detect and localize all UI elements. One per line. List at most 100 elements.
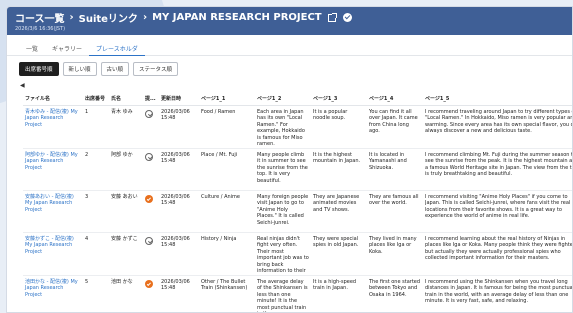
- table-header-row: ファイル名 出席番号 氏名 提... 更新日時 ページ1_1 ページ1_2 ペー…: [23, 92, 572, 106]
- page1-3-cell: It is a high-speed train in Japan.: [311, 275, 367, 312]
- submissions-table-container: ファイル名 出席番号 氏名 提... 更新日時 ページ1_1 ページ1_2 ペー…: [23, 92, 573, 312]
- page1-2-cell: Each area in Japan has its own "Local Ra…: [255, 105, 311, 149]
- column-header-name[interactable]: 氏名: [109, 92, 143, 106]
- file-link[interactable]: 青木ゆみ - 配信(複) My Japan Research Project: [23, 105, 83, 149]
- page1-2-text: Many foreign people visit Japan to go to…: [257, 194, 309, 226]
- page1-2-text: Many people climb it in summer to see th…: [257, 152, 308, 184]
- page1-4-text: They lived in many places like Iga or Ko…: [369, 236, 417, 255]
- page1-3-text: It is the highest mountain in Japan.: [313, 152, 361, 165]
- page1-4-cell: They are famous all over the world.: [367, 190, 423, 233]
- breadcrumb-separator: ›: [69, 12, 74, 23]
- page1-4-cell: They lived in many places like Iga or Ko…: [367, 232, 423, 276]
- breadcrumb-separator: ›: [142, 12, 148, 23]
- sort-by-status-button[interactable]: ステータス順: [133, 62, 179, 76]
- page1-3-text: They are Japanese animated movies and TV…: [313, 194, 360, 213]
- page1-1-cell: Culture / Anime: [199, 190, 255, 233]
- sort-filters: 出席番号順 新しい順 古い順 ステータス順: [7, 62, 572, 76]
- page-title: MY JAPAN RESEARCH PROJECT: [152, 12, 322, 23]
- page1-4-cell: The first one started between Tokyo and …: [367, 275, 423, 312]
- column-header-updated[interactable]: 更新日時: [159, 92, 199, 106]
- page1-5-text: I recommend traveling around Japan to tr…: [425, 109, 573, 135]
- student-name: 安藤 あおい: [109, 190, 143, 233]
- app-window: コース一覧 › Suiteリンク › MY JAPAN RESEARCH PRO…: [6, 6, 573, 313]
- page1-2-cell: The average delay of the Shinkansen is l…: [255, 275, 311, 312]
- page1-5-cell: I recommend learning about the real hist…: [423, 232, 573, 276]
- table-row[interactable]: 阿部ゆか - 配信(複) My Japan Research Project 2…: [23, 148, 572, 191]
- check-circle-icon: [342, 13, 352, 22]
- file-link[interactable]: 阿部ゆか - 配信(複) My Japan Research Project: [23, 148, 83, 191]
- table-row[interactable]: 池田かな - 配信(複) My Japan Research Project 5…: [23, 275, 573, 312]
- column-header-file[interactable]: ファイル名: [23, 92, 83, 106]
- page1-2-cell: Real ninjas didn't fight very often. The…: [255, 232, 311, 276]
- updated-at: 2026/03/06 15:48: [159, 148, 199, 191]
- column-header-status[interactable]: 提...: [143, 92, 159, 106]
- page1-3-text: They were special spies in old Japan.: [313, 236, 359, 249]
- breadcrumb: コース一覧 › Suiteリンク › MY JAPAN RESEARCH PRO…: [15, 10, 564, 25]
- file-link[interactable]: 安藤あおい - 配信(複) My Japan Research Project: [23, 190, 83, 233]
- warning-circle-icon: [145, 280, 153, 288]
- page1-3-text: It is a high-speed train in Japan.: [313, 279, 357, 292]
- page1-2-text: The average delay of the Shinkansen is l…: [257, 279, 308, 312]
- column-header-page1-1[interactable]: ページ1_1: [199, 92, 255, 106]
- check-circle-icon: [145, 237, 153, 245]
- student-number: 2: [83, 148, 109, 191]
- caret-left-icon[interactable]: ◀: [20, 82, 25, 89]
- student-number: 3: [83, 190, 109, 233]
- tab-placeholder[interactable]: プレースホルダ: [89, 41, 145, 56]
- page1-5-text: I recommend using the Shinkansen when yo…: [425, 279, 573, 305]
- student-name: 阿部 ゆか: [109, 148, 143, 191]
- external-link-icon[interactable]: [327, 12, 337, 22]
- timestamp: 2026/3/6 16:36(JST): [15, 26, 66, 32]
- page1-1-text: History / Ninja: [201, 236, 237, 242]
- status-cell: [143, 232, 159, 276]
- student-name: 青木 ゆみ: [109, 105, 143, 149]
- page1-3-cell: It is a popular noodle soup.: [311, 105, 367, 149]
- sort-oldest-button[interactable]: 古い順: [100, 62, 130, 76]
- page1-2-cell: Many foreign people visit Japan to go to…: [255, 190, 311, 233]
- page1-4-text: They are famous all over the world.: [369, 194, 419, 207]
- page1-5-text: I recommend visiting "Anime Holy Places"…: [425, 194, 571, 220]
- breadcrumb-course-list[interactable]: コース一覧: [15, 10, 65, 25]
- file-link[interactable]: 安藤かずこ - 配信(複) My Japan Research Project: [23, 232, 83, 276]
- page1-1-cell: Place / Mt. Fuji: [199, 148, 255, 191]
- page1-4-text: It is located in Yamanashi and Shizuoka.: [369, 152, 407, 171]
- column-header-page1-3[interactable]: ページ1_3: [311, 92, 367, 106]
- breadcrumb-suite-link[interactable]: Suiteリンク: [79, 10, 138, 25]
- status-cell: [143, 148, 159, 191]
- student-number: 4: [83, 232, 109, 276]
- page1-3-cell: It is the highest mountain in Japan.: [311, 148, 367, 191]
- column-header-page1-5[interactable]: ページ1_5: [423, 92, 572, 106]
- sort-newest-button[interactable]: 新しい順: [62, 62, 97, 76]
- table-row[interactable]: 安藤かずこ - 配信(複) My Japan Research Project …: [23, 232, 573, 276]
- tab-list[interactable]: 一覧: [19, 41, 45, 56]
- page1-5-text: I recommend learning about the real hist…: [425, 236, 573, 262]
- updated-at: 2026/03/06 15:48: [159, 105, 199, 149]
- page1-1-text: Place / Mt. Fuji: [201, 152, 238, 158]
- column-header-page1-2[interactable]: ページ1_2: [255, 92, 311, 106]
- page1-4-cell: It is located in Yamanashi and Shizuoka.: [367, 148, 423, 191]
- tab-gallery[interactable]: ギャラリー: [45, 41, 89, 56]
- page1-5-cell: I recommend traveling around Japan to tr…: [423, 105, 573, 149]
- student-number: 1: [83, 105, 109, 149]
- page1-1-cell: History / Ninja: [199, 232, 255, 276]
- file-link[interactable]: 池田かな - 配信(複) My Japan Research Project: [23, 275, 83, 312]
- submissions-table: ファイル名 出席番号 氏名 提... 更新日時 ページ1_1 ページ1_2 ペー…: [23, 92, 573, 312]
- page-header: コース一覧 › Suiteリンク › MY JAPAN RESEARCH PRO…: [7, 7, 572, 35]
- student-number: 5: [83, 275, 109, 312]
- check-circle-icon: [145, 153, 153, 161]
- page1-2-cell: Many people climb it in summer to see th…: [255, 148, 311, 191]
- page1-1-cell: Food / Ramen: [199, 105, 255, 149]
- column-header-page1-4[interactable]: ページ1_4: [367, 92, 423, 106]
- updated-at: 2026/03/06 15:48: [159, 232, 199, 276]
- student-name: 安藤 かずこ: [109, 232, 143, 276]
- warning-circle-icon: [145, 195, 153, 203]
- table-row[interactable]: 安藤あおい - 配信(複) My Japan Research Project …: [23, 190, 572, 233]
- table-row[interactable]: 青木ゆみ - 配信(複) My Japan Research Project 1…: [23, 105, 573, 149]
- page1-4-text: The first one started between Tokyo and …: [369, 279, 421, 298]
- page1-5-cell: I recommend using the Shinkansen when yo…: [423, 275, 573, 312]
- page1-2-text: Real ninjas didn't fight very often. The…: [257, 236, 309, 272]
- page1-2-text: Each area in Japan has its own "Local Ra…: [257, 109, 305, 145]
- student-name: 池田 かな: [109, 275, 143, 312]
- sort-by-number-button[interactable]: 出席番号順: [19, 62, 59, 76]
- column-header-number[interactable]: 出席番号: [83, 92, 109, 106]
